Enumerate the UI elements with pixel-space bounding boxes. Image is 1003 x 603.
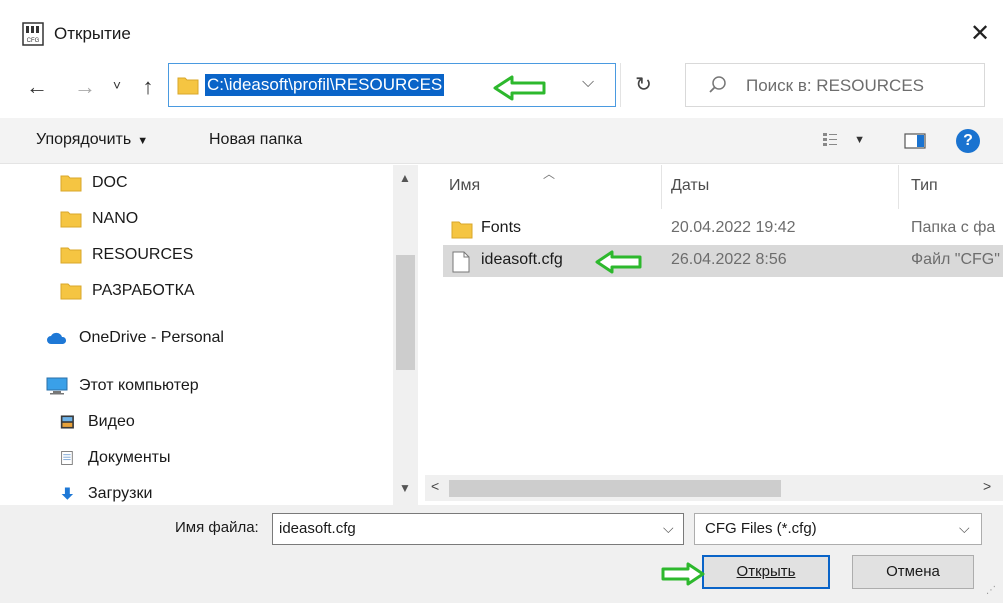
green-arrow-icon bbox=[493, 75, 546, 101]
up-button[interactable]: ↑ bbox=[134, 72, 162, 102]
file-list-horizontal-scrollbar[interactable]: < > bbox=[425, 475, 1003, 501]
scroll-up-icon[interactable]: ▲ bbox=[399, 171, 411, 185]
cloud-icon bbox=[47, 332, 67, 344]
file-list: ︿ Имя Даты Тип Fonts 20.04.2022 19:42 Па… bbox=[425, 165, 1003, 505]
file-type: Папка с фа bbox=[911, 219, 996, 236]
file-icon bbox=[452, 251, 470, 273]
forward-button[interactable]: → bbox=[70, 72, 100, 102]
tree-item-video[interactable]: Видео bbox=[60, 407, 135, 437]
column-divider[interactable] bbox=[898, 165, 899, 209]
address-bar[interactable]: C:\ideasoft\profil\RESOURCES ⌵ bbox=[168, 63, 616, 107]
download-icon bbox=[61, 487, 74, 500]
caret-down-icon: ▼ bbox=[854, 134, 866, 146]
navigation-pane: DOC NANO RESOURCES РАЗРАБОТКА OneDrive -… bbox=[0, 165, 418, 505]
cfg-app-icon: CFG bbox=[22, 22, 44, 46]
open-file-dialog: CFG Открытие ✕ ← → ˅ ↑ C:\ideasoft\profi… bbox=[0, 0, 1003, 603]
list-view-icon bbox=[823, 133, 837, 147]
chevron-down-icon[interactable]: ⌵ bbox=[959, 520, 970, 537]
scroll-left-icon[interactable]: < bbox=[431, 478, 439, 494]
new-folder-button[interactable]: Новая папка bbox=[209, 131, 302, 149]
file-date: 26.04.2022 8:56 bbox=[671, 251, 787, 268]
tree-item-resources[interactable]: RESOURCES bbox=[60, 240, 193, 270]
scrollbar-thumb[interactable] bbox=[396, 255, 415, 370]
help-button[interactable]: ? bbox=[956, 129, 980, 153]
filetype-select[interactable]: CFG Files (*.cfg) ⌵ bbox=[694, 513, 982, 545]
green-arrow-icon bbox=[661, 562, 705, 586]
caret-down-icon: ▼ bbox=[137, 135, 149, 147]
folder-icon bbox=[60, 211, 82, 228]
column-divider[interactable] bbox=[661, 165, 662, 209]
folder-icon bbox=[60, 175, 82, 192]
file-row-ideasoft-cfg[interactable]: ideasoft.cfg 26.04.2022 8:56 Файл "CFG" bbox=[443, 245, 1003, 277]
sort-ascending-icon: ︿ bbox=[543, 167, 556, 181]
file-name: Fonts bbox=[481, 219, 522, 236]
tree-item-label: NANO bbox=[92, 210, 139, 227]
file-row-fonts[interactable]: Fonts 20.04.2022 19:42 Папка с фа bbox=[443, 213, 1003, 245]
back-button[interactable]: ← bbox=[22, 72, 52, 102]
video-icon bbox=[60, 415, 74, 429]
address-path[interactable]: C:\ideasoft\profil\RESOURCES bbox=[205, 74, 445, 96]
folder-icon bbox=[177, 77, 199, 95]
tree-item-label: DOC bbox=[92, 174, 128, 191]
column-header-date[interactable]: Даты bbox=[671, 175, 709, 209]
title-bar: CFG Открытие ✕ bbox=[0, 0, 1003, 60]
navigation-scrollbar[interactable]: ▲ ▼ bbox=[393, 165, 418, 505]
document-icon bbox=[61, 451, 73, 465]
tree-item-doc[interactable]: DOC bbox=[60, 168, 128, 198]
window-title: Открытие bbox=[54, 24, 131, 43]
tree-item-label: OneDrive - Personal bbox=[79, 329, 224, 346]
scroll-down-icon[interactable]: ▼ bbox=[399, 481, 411, 495]
filename-label: Имя файла: bbox=[175, 519, 259, 536]
column-header-type[interactable]: Тип bbox=[911, 175, 938, 209]
file-type: Файл "CFG" bbox=[911, 251, 1000, 268]
svg-text:CFG: CFG bbox=[27, 38, 40, 44]
filename-field[interactable]: ideasoft.cfg ⌵ bbox=[272, 513, 684, 545]
search-icon bbox=[709, 76, 726, 93]
folder-icon bbox=[451, 221, 473, 239]
tree-item-onedrive[interactable]: OneDrive - Personal bbox=[45, 323, 224, 353]
file-name: ideasoft.cfg bbox=[481, 251, 563, 268]
refresh-button[interactable]: ↻ bbox=[620, 63, 666, 107]
tree-item-label: РАЗРАБОТКА bbox=[92, 282, 195, 299]
organize-label: Упорядочить bbox=[36, 131, 132, 148]
filename-input[interactable]: ideasoft.cfg bbox=[279, 520, 356, 537]
tree-item-razrabotka[interactable]: РАЗРАБОТКА bbox=[60, 276, 195, 306]
tree-item-this-pc[interactable]: Этот компьютер bbox=[45, 371, 199, 401]
computer-icon bbox=[46, 377, 68, 395]
green-arrow-icon bbox=[595, 250, 642, 274]
tree-item-nano[interactable]: NANO bbox=[60, 204, 138, 234]
organize-menu[interactable]: Упорядочить ▼ bbox=[36, 131, 148, 149]
tree-item-documents[interactable]: Документы bbox=[60, 443, 170, 473]
chevron-down-icon[interactable]: ⌵ bbox=[663, 520, 674, 537]
view-options-button[interactable]: ▼ bbox=[822, 130, 865, 147]
command-bar: Упорядочить ▼ Новая папка ▼ ? bbox=[0, 118, 1003, 164]
cancel-button[interactable]: Отмена bbox=[852, 555, 974, 589]
open-button-label: Открыть bbox=[736, 563, 796, 580]
scroll-right-icon[interactable]: > bbox=[983, 478, 991, 494]
chevron-down-icon[interactable]: ⌵ bbox=[582, 74, 594, 92]
folder-icon bbox=[60, 247, 82, 264]
recent-locations-button[interactable]: ˅ bbox=[108, 70, 126, 100]
file-date: 20.04.2022 19:42 bbox=[671, 219, 796, 236]
scrollbar-thumb[interactable] bbox=[449, 480, 781, 497]
resize-grip-icon[interactable]: ⋰ bbox=[986, 585, 996, 596]
folder-icon bbox=[60, 283, 82, 300]
search-input[interactable]: Поиск в: RESOURCES bbox=[746, 76, 924, 96]
tree-item-label: Загрузки bbox=[88, 485, 153, 502]
close-button[interactable]: ✕ bbox=[960, 14, 1000, 54]
search-box[interactable]: Поиск в: RESOURCES bbox=[685, 63, 985, 107]
preview-pane-icon[interactable] bbox=[904, 133, 926, 149]
column-header-name[interactable]: Имя bbox=[449, 175, 480, 209]
tree-item-label: Этот компьютер bbox=[79, 377, 199, 394]
tree-item-label: RESOURCES bbox=[92, 246, 194, 263]
filetype-value: CFG Files (*.cfg) bbox=[705, 520, 817, 537]
open-button[interactable]: Открыть bbox=[702, 555, 830, 589]
tree-item-label: Видео bbox=[88, 413, 135, 430]
tree-item-label: Документы bbox=[88, 449, 171, 466]
dialog-footer: Имя файла: ideasoft.cfg ⌵ CFG Files (*.c… bbox=[0, 505, 1003, 603]
